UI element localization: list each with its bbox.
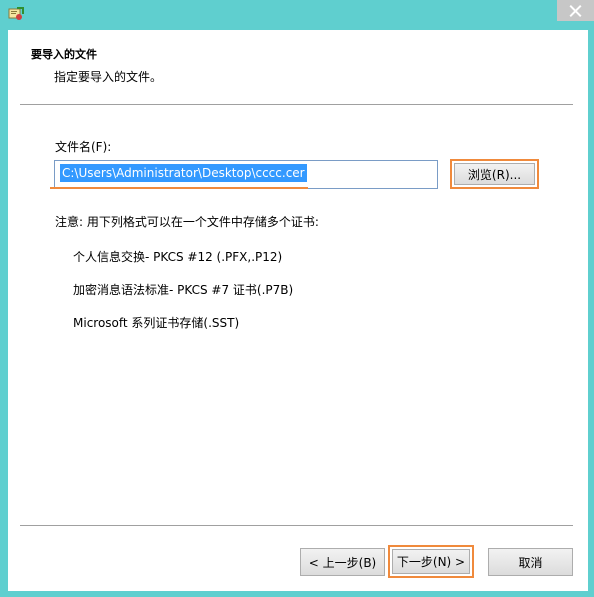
next-button[interactable]: 下一步(N) > (392, 549, 470, 574)
close-button[interactable] (557, 0, 594, 21)
wizard-header: 要导入的文件 指定要导入的文件。 (8, 30, 588, 100)
wizard-content: 要导入的文件 指定要导入的文件。 文件名(F): C:\Users\Admini… (8, 30, 588, 591)
certificate-import-wizard-icon (8, 7, 24, 20)
filename-selected-text[interactable]: C:\Users\Administrator\Desktop\cccc.cer (60, 164, 307, 182)
page-subtitle: 指定要导入的文件。 (54, 70, 163, 84)
back-button[interactable]: < 上一步(B) (300, 548, 385, 576)
header-divider (20, 104, 573, 105)
cancel-button[interactable]: 取消 (488, 548, 573, 576)
filename-label: 文件名(F): (55, 140, 112, 154)
page-title: 要导入的文件 (31, 48, 97, 61)
format-item-sst: Microsoft 系列证书存储(.SST) (73, 316, 240, 330)
footer-divider (20, 525, 573, 526)
format-item-pfx: 个人信息交换- PKCS #12 (.PFX,.P12) (73, 250, 283, 264)
wizard-window: 要导入的文件 指定要导入的文件。 文件名(F): C:\Users\Admini… (0, 0, 594, 597)
title-bar[interactable] (0, 0, 594, 30)
formats-note: 注意: 用下列格式可以在一个文件中存储多个证书: (55, 215, 319, 229)
filename-annotation-underline (50, 187, 308, 189)
browse-button[interactable]: 浏览(R)... (454, 163, 535, 185)
format-item-p7b: 加密消息语法标准- PKCS #7 证书(.P7B) (73, 283, 294, 297)
